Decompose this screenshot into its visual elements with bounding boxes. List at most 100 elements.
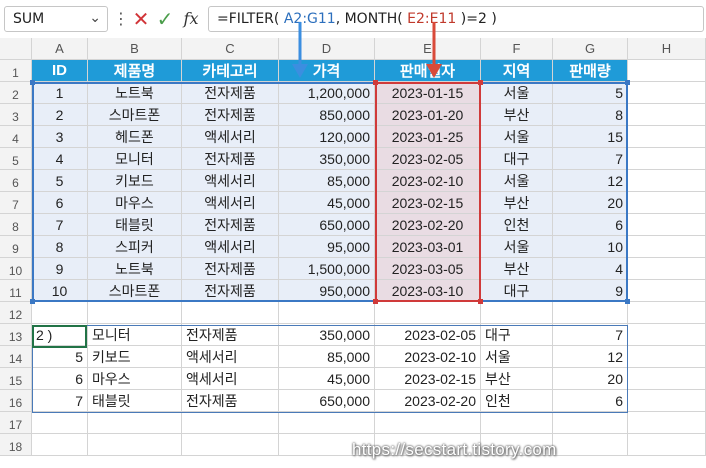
cell-d15[interactable]: 45,000	[279, 368, 375, 390]
row-header-8[interactable]: 8	[0, 214, 32, 236]
cell-d5[interactable]: 350,000	[279, 148, 375, 170]
cell-d8[interactable]: 650,000	[279, 214, 375, 236]
cell-e5[interactable]: 2023-02-05	[375, 148, 481, 170]
cell-d12[interactable]	[279, 302, 375, 324]
cell-d6[interactable]: 85,000	[279, 170, 375, 192]
enter-check-icon[interactable]: ✓	[155, 6, 175, 32]
cell-g2[interactable]: 5	[553, 82, 628, 104]
cell-e14[interactable]: 2023-02-10	[375, 346, 481, 368]
cell-f16[interactable]: 인천	[481, 390, 553, 412]
cell-c14[interactable]: 액세서리	[182, 346, 279, 368]
cell-g16[interactable]: 6	[553, 390, 628, 412]
name-box[interactable]: SUM ⌄	[4, 6, 108, 32]
cell-g10[interactable]: 4	[553, 258, 628, 280]
cell-e3[interactable]: 2023-01-20	[375, 104, 481, 126]
cell-f6[interactable]: 서울	[481, 170, 553, 192]
cell-g12[interactable]	[553, 302, 628, 324]
column-header-b[interactable]: B	[88, 38, 182, 60]
cell-b9[interactable]: 스피커	[88, 236, 182, 258]
cell-d16[interactable]: 650,000	[279, 390, 375, 412]
range-handle[interactable]	[625, 299, 630, 304]
cell-c15[interactable]: 액세서리	[182, 368, 279, 390]
cell-e17[interactable]	[375, 412, 481, 434]
cell-e16[interactable]: 2023-02-20	[375, 390, 481, 412]
cell-h3[interactable]	[628, 104, 706, 126]
cell-a12[interactable]	[32, 302, 88, 324]
cell-f2[interactable]: 서울	[481, 82, 553, 104]
column-header-c[interactable]: C	[182, 38, 279, 60]
cell-e9[interactable]: 2023-03-01	[375, 236, 481, 258]
cell-f8[interactable]: 인천	[481, 214, 553, 236]
cell-h15[interactable]	[628, 368, 706, 390]
cell-f14[interactable]: 서울	[481, 346, 553, 368]
cell-g1[interactable]: 판매량	[553, 60, 628, 82]
cell-a17[interactable]	[32, 412, 88, 434]
cancel-icon[interactable]: ✕	[131, 6, 151, 32]
cell-f13[interactable]: 대구	[481, 324, 553, 346]
cell-f12[interactable]	[481, 302, 553, 324]
row-header-18[interactable]: 18	[0, 434, 32, 456]
cell-b10[interactable]: 노트북	[88, 258, 182, 280]
cell-d2[interactable]: 1,200,000	[279, 82, 375, 104]
cell-g14[interactable]: 12	[553, 346, 628, 368]
range-handle[interactable]	[478, 299, 483, 304]
cell-d13[interactable]: 350,000	[279, 324, 375, 346]
cell-c3[interactable]: 전자제품	[182, 104, 279, 126]
cell-f7[interactable]: 부산	[481, 192, 553, 214]
cell-e2[interactable]: 2023-01-15	[375, 82, 481, 104]
cell-g11[interactable]: 9	[553, 280, 628, 302]
cell-c12[interactable]	[182, 302, 279, 324]
cell-e11[interactable]: 2023-03-10	[375, 280, 481, 302]
cell-c11[interactable]: 전자제품	[182, 280, 279, 302]
row-header-4[interactable]: 4	[0, 126, 32, 148]
cell-f11[interactable]: 대구	[481, 280, 553, 302]
cell-h16[interactable]	[628, 390, 706, 412]
cell-e8[interactable]: 2023-02-20	[375, 214, 481, 236]
cell-g4[interactable]: 15	[553, 126, 628, 148]
cell-b15[interactable]: 마우스	[88, 368, 182, 390]
row-header-2[interactable]: 2	[0, 82, 32, 104]
cell-b12[interactable]	[88, 302, 182, 324]
row-header-16[interactable]: 16	[0, 390, 32, 412]
cell-h1[interactable]	[628, 60, 706, 82]
row-header-13[interactable]: 13	[0, 324, 32, 346]
row-header-9[interactable]: 9	[0, 236, 32, 258]
range-handle[interactable]	[625, 80, 630, 85]
row-header-14[interactable]: 14	[0, 346, 32, 368]
range-handle[interactable]	[373, 299, 378, 304]
cell-b3[interactable]: 스마트폰	[88, 104, 182, 126]
cell-b1[interactable]: 제품명	[88, 60, 182, 82]
cell-e6[interactable]: 2023-02-10	[375, 170, 481, 192]
cell-f4[interactable]: 서울	[481, 126, 553, 148]
cell-c1[interactable]: 카테고리	[182, 60, 279, 82]
cell-d3[interactable]: 850,000	[279, 104, 375, 126]
cell-h7[interactable]	[628, 192, 706, 214]
cell-e12[interactable]	[375, 302, 481, 324]
cell-h4[interactable]	[628, 126, 706, 148]
cell-c9[interactable]: 액세서리	[182, 236, 279, 258]
cell-d9[interactable]: 95,000	[279, 236, 375, 258]
cell-b13[interactable]: 모니터	[88, 324, 182, 346]
cell-c10[interactable]: 전자제품	[182, 258, 279, 280]
cell-a16[interactable]: 7	[32, 390, 88, 412]
cell-c16[interactable]: 전자제품	[182, 390, 279, 412]
formula-input[interactable]: =FILTER( A2:G11, MONTH( E2:E11 )=2 )	[208, 6, 704, 32]
row-header-5[interactable]: 5	[0, 148, 32, 170]
cell-d14[interactable]: 85,000	[279, 346, 375, 368]
cell-a18[interactable]	[32, 434, 88, 456]
cell-h17[interactable]	[628, 412, 706, 434]
cell-a14[interactable]: 5	[32, 346, 88, 368]
cell-b5[interactable]: 모니터	[88, 148, 182, 170]
row-header-1[interactable]: 1	[0, 60, 32, 82]
cell-h12[interactable]	[628, 302, 706, 324]
cell-e13[interactable]: 2023-02-05	[375, 324, 481, 346]
cell-h11[interactable]	[628, 280, 706, 302]
cell-a1[interactable]: ID	[32, 60, 88, 82]
cell-f17[interactable]	[481, 412, 553, 434]
cell-e10[interactable]: 2023-03-05	[375, 258, 481, 280]
column-header-g[interactable]: G	[553, 38, 628, 60]
cell-h6[interactable]	[628, 170, 706, 192]
cell-f1[interactable]: 지역	[481, 60, 553, 82]
cell-b2[interactable]: 노트북	[88, 82, 182, 104]
cell-g8[interactable]: 6	[553, 214, 628, 236]
